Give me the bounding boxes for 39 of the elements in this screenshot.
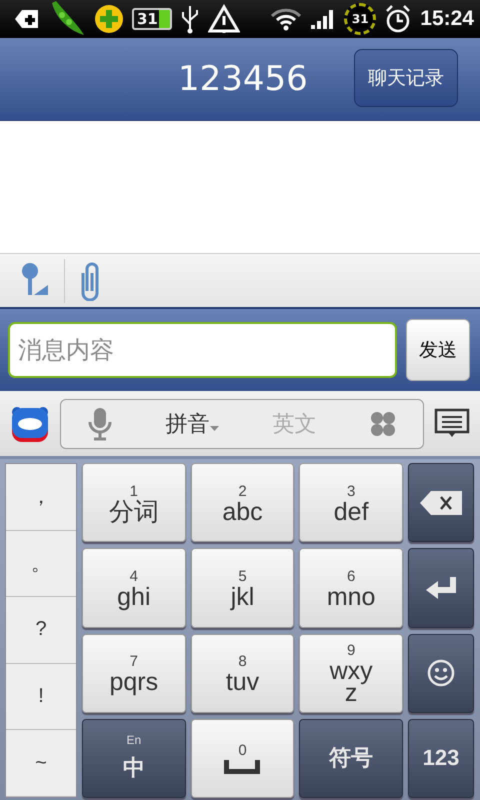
- space-bar-icon: [224, 760, 260, 774]
- enter-icon[interactable]: [426, 576, 456, 599]
- symbol-key[interactable]: ~: [6, 730, 76, 797]
- clover-icon[interactable]: [370, 410, 396, 436]
- chat-title: 123456: [178, 59, 308, 99]
- letter-key[interactable]: 1 分词: [82, 463, 186, 542]
- input-mode-tab[interactable]: 拼音: [166, 408, 219, 438]
- letter-key[interactable]: 4 ghi: [82, 548, 186, 628]
- letter-key[interactable]: 7 pqrs: [82, 634, 186, 713]
- letter-key[interactable]: 6 mno: [299, 548, 403, 628]
- clock-time: 15:24: [420, 7, 474, 31]
- caret-icon: [210, 426, 219, 430]
- smiley-icon[interactable]: [426, 659, 455, 688]
- symbol-key[interactable]: ，: [6, 464, 76, 531]
- warning-icon: [208, 4, 240, 34]
- date-badge-icon: 31: [344, 3, 376, 35]
- backspace-icon[interactable]: [418, 490, 463, 516]
- alarm-clock-icon: [384, 4, 412, 34]
- tag-plus-icon: [14, 8, 40, 30]
- letter-key[interactable]: 9 wxyz: [299, 634, 403, 713]
- letter-key[interactable]: 2 abc: [190, 463, 294, 542]
- send-button[interactable]: 发送: [406, 319, 470, 381]
- microphone-icon[interactable]: [88, 406, 112, 440]
- symbol-key[interactable]: ?: [6, 597, 76, 664]
- keyboard-menu-icon[interactable]: [434, 408, 470, 440]
- battery-icon: 31: [132, 8, 172, 30]
- usb-icon: [180, 4, 200, 34]
- letter-key[interactable]: 5 jkl: [190, 548, 294, 628]
- wifi-icon: [270, 7, 302, 31]
- language-key[interactable]: En 中: [82, 718, 186, 798]
- space-key[interactable]: 0: [190, 718, 294, 798]
- function-key[interactable]: 符号: [299, 718, 403, 798]
- letter-key[interactable]: 8 tuv: [190, 634, 294, 713]
- symbol-key[interactable]: 。: [6, 530, 76, 598]
- message-input-field[interactable]: 消息内容: [8, 322, 397, 378]
- function-key[interactable]: 123: [408, 718, 474, 798]
- chat-history-button[interactable]: 聊天记录: [354, 49, 458, 107]
- letter-key[interactable]: 3 def: [299, 463, 403, 542]
- symbol-key[interactable]: !: [6, 664, 76, 730]
